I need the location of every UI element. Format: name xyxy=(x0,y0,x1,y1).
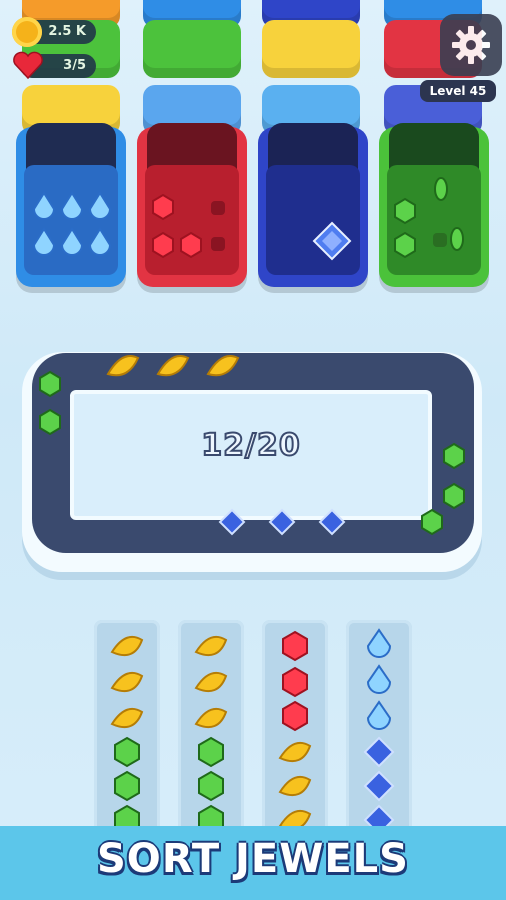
gear-icon xyxy=(452,26,490,64)
settings-button[interactable] xyxy=(440,14,502,76)
title-banner-text: SORT JEWELS xyxy=(97,836,409,882)
stack-block-yellow xyxy=(262,20,360,78)
coin-icon xyxy=(12,17,42,47)
sapphire-gem xyxy=(312,221,352,261)
jewel-box-blue[interactable] xyxy=(16,123,126,287)
stack-block-green xyxy=(143,20,241,78)
heart-icon xyxy=(13,51,43,80)
jewel-box-red[interactable] xyxy=(137,123,247,287)
conveyor-gems xyxy=(39,355,465,536)
jewel-box-green[interactable] xyxy=(379,123,489,287)
emerald-gems xyxy=(394,177,464,259)
column-gems xyxy=(111,629,394,826)
water-drop-gems xyxy=(32,191,112,256)
jewel-box-navy[interactable] xyxy=(258,123,368,287)
ruby-gems xyxy=(152,193,225,259)
level-badge: Level 45 xyxy=(420,80,496,102)
